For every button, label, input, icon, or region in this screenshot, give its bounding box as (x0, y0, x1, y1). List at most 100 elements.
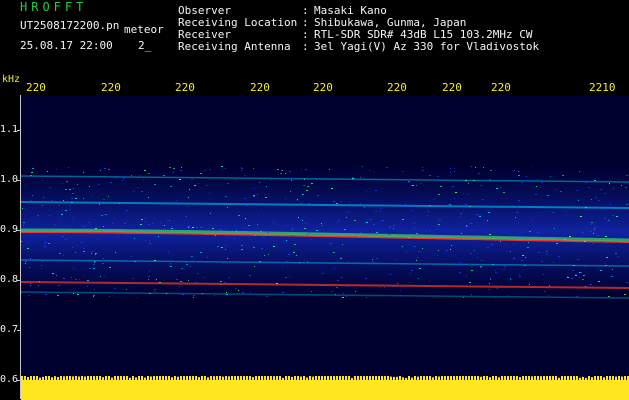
bottom-noise-peak (588, 376, 590, 380)
noise-speckle (266, 186, 267, 187)
noise-speckle (123, 178, 125, 179)
noise-speckle (83, 198, 84, 199)
bottom-noise-peak (474, 376, 476, 380)
bottom-noise-peak (480, 376, 482, 380)
noise-speckle (183, 177, 184, 178)
noise-speckle (73, 293, 74, 294)
noise-speckle (196, 227, 198, 228)
noise-speckle (124, 223, 126, 224)
bottom-noise-peak (327, 376, 329, 380)
noise-speckle (400, 206, 402, 207)
noise-speckle (291, 235, 293, 236)
noise-speckle (72, 193, 74, 194)
bottom-noise-peak (447, 376, 449, 380)
noise-speckle (305, 223, 307, 224)
noise-speckle (488, 212, 490, 213)
noise-speckle (224, 283, 225, 284)
noise-speckle (528, 242, 529, 243)
noise-speckle (479, 216, 481, 217)
noise-speckle (158, 236, 159, 237)
noise-speckle (612, 189, 614, 190)
noise-speckle (141, 219, 143, 220)
noise-speckle (375, 190, 377, 191)
noise-speckle (281, 170, 283, 171)
bottom-noise-peak (465, 376, 467, 380)
noise-speckle (496, 188, 498, 189)
bottom-noise-peak (426, 376, 428, 380)
bottom-noise-peak (132, 376, 134, 380)
bottom-noise-peak (213, 376, 215, 380)
noise-speckle (58, 285, 60, 286)
noise-speckle (197, 273, 199, 274)
bottom-noise-peak (81, 376, 83, 380)
noise-speckle (214, 295, 215, 296)
noise-speckle (554, 228, 555, 229)
noise-speckle (626, 175, 628, 176)
noise-speckle (71, 198, 73, 199)
x-tick-label: 220 (313, 81, 333, 94)
noise-speckle (560, 191, 562, 192)
noise-speckle (254, 266, 255, 267)
noise-speckle (355, 291, 356, 292)
noise-speckle (422, 170, 424, 171)
noise-speckle (429, 205, 431, 206)
noise-speckle (180, 170, 182, 171)
noise-speckle (131, 175, 132, 176)
noise-speckle (49, 187, 51, 188)
noise-speckle (482, 199, 484, 200)
bottom-noise-peak (339, 376, 341, 380)
noise-speckle (454, 198, 455, 199)
bottom-noise-peak (582, 376, 584, 380)
bottom-noise-peak (33, 376, 35, 380)
noise-speckle (600, 270, 602, 271)
noise-speckle (529, 231, 531, 232)
noise-speckle (481, 260, 482, 261)
spectrogram-plot (21, 96, 629, 400)
bottom-noise-peak (84, 376, 86, 380)
noise-speckle (300, 203, 302, 204)
noise-speckle (434, 199, 435, 200)
noise-speckle (380, 208, 382, 209)
noise-speckle (172, 226, 173, 227)
noise-speckle (189, 189, 190, 190)
noise-speckle (459, 272, 461, 273)
noise-speckle (425, 230, 427, 231)
noise-speckle (577, 259, 579, 260)
y-tick-label: 1.0 (0, 174, 19, 185)
noise-speckle (291, 180, 292, 181)
noise-speckle (295, 263, 296, 264)
bottom-noise-peak (378, 376, 380, 380)
x-tick-label: 220 (442, 81, 462, 94)
noise-speckle (520, 236, 521, 237)
noise-speckle (63, 255, 64, 256)
noise-speckle (62, 183, 63, 184)
noise-speckle (89, 268, 91, 269)
noise-speckle (604, 218, 606, 219)
noise-speckle (48, 243, 50, 244)
noise-speckle (429, 175, 431, 176)
noise-speckle (104, 168, 106, 169)
noise-speckle (51, 200, 53, 201)
noise-speckle (317, 195, 319, 196)
noise-speckle (185, 216, 187, 217)
noise-speckle (579, 277, 580, 278)
noise-speckle (144, 221, 145, 222)
bottom-noise-peak (525, 376, 527, 380)
bottom-noise-peak (429, 376, 431, 380)
bottom-noise-peak (354, 376, 356, 380)
noise-speckle (576, 296, 578, 297)
noise-speckle (72, 247, 73, 248)
noise-speckle (556, 243, 558, 244)
bottom-noise-peak (414, 376, 416, 380)
noise-speckle (564, 239, 566, 240)
bottom-noise-peak (420, 376, 422, 380)
bottom-noise-peak (492, 376, 494, 380)
noise-speckle (267, 232, 269, 233)
noise-speckle (91, 253, 92, 254)
noise-speckle (518, 171, 519, 172)
noise-speckle (412, 185, 414, 186)
bottom-noise-peak (54, 376, 56, 380)
noise-speckle (337, 222, 338, 223)
noise-speckle (342, 244, 343, 245)
y-tick-label: 0.9 (0, 224, 19, 235)
